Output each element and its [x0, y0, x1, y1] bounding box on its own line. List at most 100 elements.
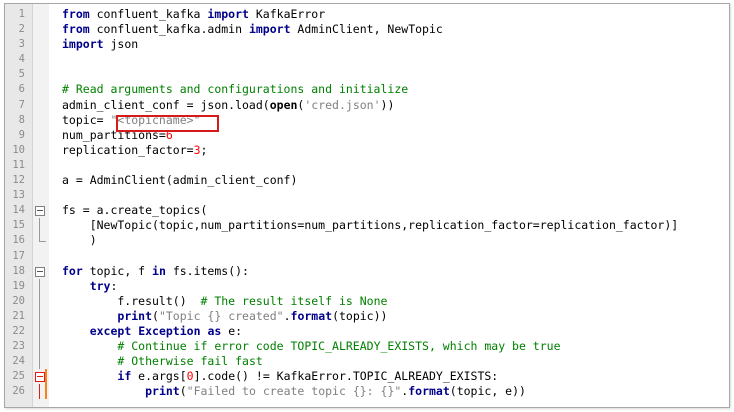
- line-number: 20: [12, 294, 25, 307]
- code-line[interactable]: 18 for topic, f in fs.items():: [5, 264, 729, 279]
- keyword-token: print: [117, 308, 153, 323]
- code-text: f.result() # The result itself is None: [62, 294, 387, 309]
- code-text: # Continue if error code TOPIC_ALREADY_E…: [62, 339, 560, 354]
- code-text: replication_factor=3;: [62, 143, 207, 158]
- fold-guide-line: [39, 308, 40, 324]
- comment-token: # Read arguments and configurations and …: [62, 82, 409, 97]
- code-line[interactable]: 5: [5, 67, 729, 82]
- code-line[interactable]: 24 # Otherwise fail fast: [5, 354, 729, 370]
- code-text: admin_client_conf = json.load(open('cred…: [62, 98, 394, 113]
- code-token: open: [269, 97, 298, 112]
- keyword-token: import: [62, 37, 104, 52]
- code-line[interactable]: 10 replication_factor=3;: [5, 143, 729, 158]
- code-line[interactable]: 9 num_partitions=6: [5, 128, 729, 143]
- code-line[interactable]: 6 # Read arguments and configurations and…: [5, 82, 729, 97]
- code-line[interactable]: 23 # Continue if error code TOPIC_ALREAD…: [5, 339, 729, 355]
- code-line[interactable]: 19 try:: [5, 278, 729, 294]
- code-token: confluent_kafka: [89, 7, 208, 21]
- code-token: (topic, e)): [449, 384, 526, 399]
- code-token: topic=: [62, 112, 111, 127]
- number-token: 0: [186, 369, 194, 384]
- string-token: 'cred.json': [304, 97, 381, 112]
- code-line[interactable]: 7 admin_client_conf = json.load(open('cre…: [5, 98, 729, 113]
- code-line[interactable]: 21 print("Topic {} created".format(topic…: [5, 308, 729, 324]
- code-line[interactable]: 22 except Exception as e:: [5, 323, 729, 340]
- line-number: 1: [18, 8, 25, 20]
- code-line[interactable]: 1 from confluent_kafka import KafkaError: [5, 7, 729, 22]
- code-text: if e.args[0].code() != KafkaError.TOPIC_…: [62, 369, 498, 384]
- line-number: 21: [12, 309, 25, 322]
- code-token: e.args[: [131, 369, 187, 384]
- code-line[interactable]: 15 [NewTopic(topic,num_partitions=num_pa…: [5, 218, 729, 234]
- line-number: 4: [18, 53, 25, 66]
- code-text: print("Failed to create topic {}: {}".fo…: [62, 384, 526, 399]
- line-number: 2: [18, 23, 25, 36]
- fold-collapse-icon[interactable]: [35, 206, 45, 217]
- code-editor-window: 1 from confluent_kafka import KafkaError 2…: [4, 3, 730, 408]
- line-number: 10: [12, 143, 25, 156]
- code-line[interactable]: 25 if e.args[0].code() != KafkaError.TOP…: [5, 369, 729, 385]
- code-token: f.result(): [62, 293, 201, 308]
- code-text: # Otherwise fail fast: [62, 354, 263, 369]
- code-text: import json: [62, 37, 138, 52]
- line-number: 5: [18, 68, 25, 81]
- keyword-token: if: [117, 369, 132, 384]
- code-line[interactable]: 3 import json: [5, 37, 729, 52]
- keyword-token: format: [408, 384, 450, 399]
- keyword-token: for: [62, 263, 83, 278]
- code-token: AdminClient, NewTopic: [290, 22, 443, 37]
- code-text: a = AdminClient(admin_client_conf): [62, 173, 297, 188]
- code-text: except Exception as e:: [62, 324, 242, 339]
- fold-guide-line: [39, 384, 40, 400]
- code-line[interactable]: 8 topic= "<topicname>": [5, 113, 729, 128]
- code-token: .: [283, 308, 291, 323]
- code-editor[interactable]: 1 from confluent_kafka import KafkaError 2…: [5, 7, 729, 400]
- line-number: 9: [18, 128, 25, 141]
- code-line[interactable]: 13: [5, 188, 729, 203]
- keyword-token: from: [62, 22, 90, 37]
- code-line[interactable]: 12 a = AdminClient(admin_client_conf): [5, 173, 729, 188]
- line-number: 15: [12, 219, 25, 232]
- code-token: replication_factor=: [62, 142, 194, 157]
- code-line[interactable]: 16 ): [5, 233, 729, 248]
- fold-collapse-icon[interactable]: [35, 372, 45, 383]
- code-text: from confluent_kafka.admin import AdminC…: [62, 22, 443, 37]
- code-text: from confluent_kafka import KafkaError: [62, 7, 325, 22]
- fold-guide-line: [39, 323, 40, 340]
- code-token: json: [103, 37, 139, 52]
- string-token: "Failed to create topic {}: {}": [186, 384, 402, 399]
- code-token: ].code() != KafkaError.TOPIC_ALREADY_EXI…: [193, 369, 499, 384]
- line-number: 22: [12, 324, 25, 337]
- keyword-token: Exception: [138, 323, 201, 338]
- code-token: (topic)): [332, 308, 388, 323]
- code-token: :: [110, 278, 118, 293]
- topic-name-highlight-box: [116, 115, 219, 132]
- code-line[interactable]: 11: [5, 158, 729, 173]
- comment-token: # Otherwise fail fast: [117, 354, 263, 369]
- line-number: 12: [12, 174, 25, 187]
- code-line[interactable]: 4: [5, 52, 729, 67]
- code-line[interactable]: 20 f.result() # The result itself is Non…: [5, 293, 729, 309]
- code-line[interactable]: 2 from confluent_kafka.admin import Admin…: [5, 22, 729, 37]
- keyword-token: import: [207, 7, 249, 21]
- line-number: 24: [12, 355, 25, 368]
- code-line[interactable]: 26 print("Failed to create topic {}: {}"…: [5, 384, 729, 400]
- keyword-token: import: [248, 22, 291, 37]
- code-token: topic, f: [82, 263, 153, 278]
- code-line[interactable]: 14 fs = a.create_topics(: [5, 203, 729, 218]
- code-text: # Read arguments and configurations and …: [62, 82, 408, 97]
- code-token: e:: [221, 323, 243, 338]
- code-line[interactable]: 17: [5, 249, 729, 264]
- line-number: 6: [18, 83, 25, 96]
- fold-guide-line: [39, 339, 40, 355]
- comment-token: # The result itself is None: [200, 293, 388, 308]
- fold-guide-line: [39, 354, 40, 370]
- line-number: 18: [12, 264, 25, 277]
- fold-collapse-icon[interactable]: [35, 266, 45, 277]
- line-number: 8: [18, 113, 25, 126]
- code-token: (: [152, 308, 159, 323]
